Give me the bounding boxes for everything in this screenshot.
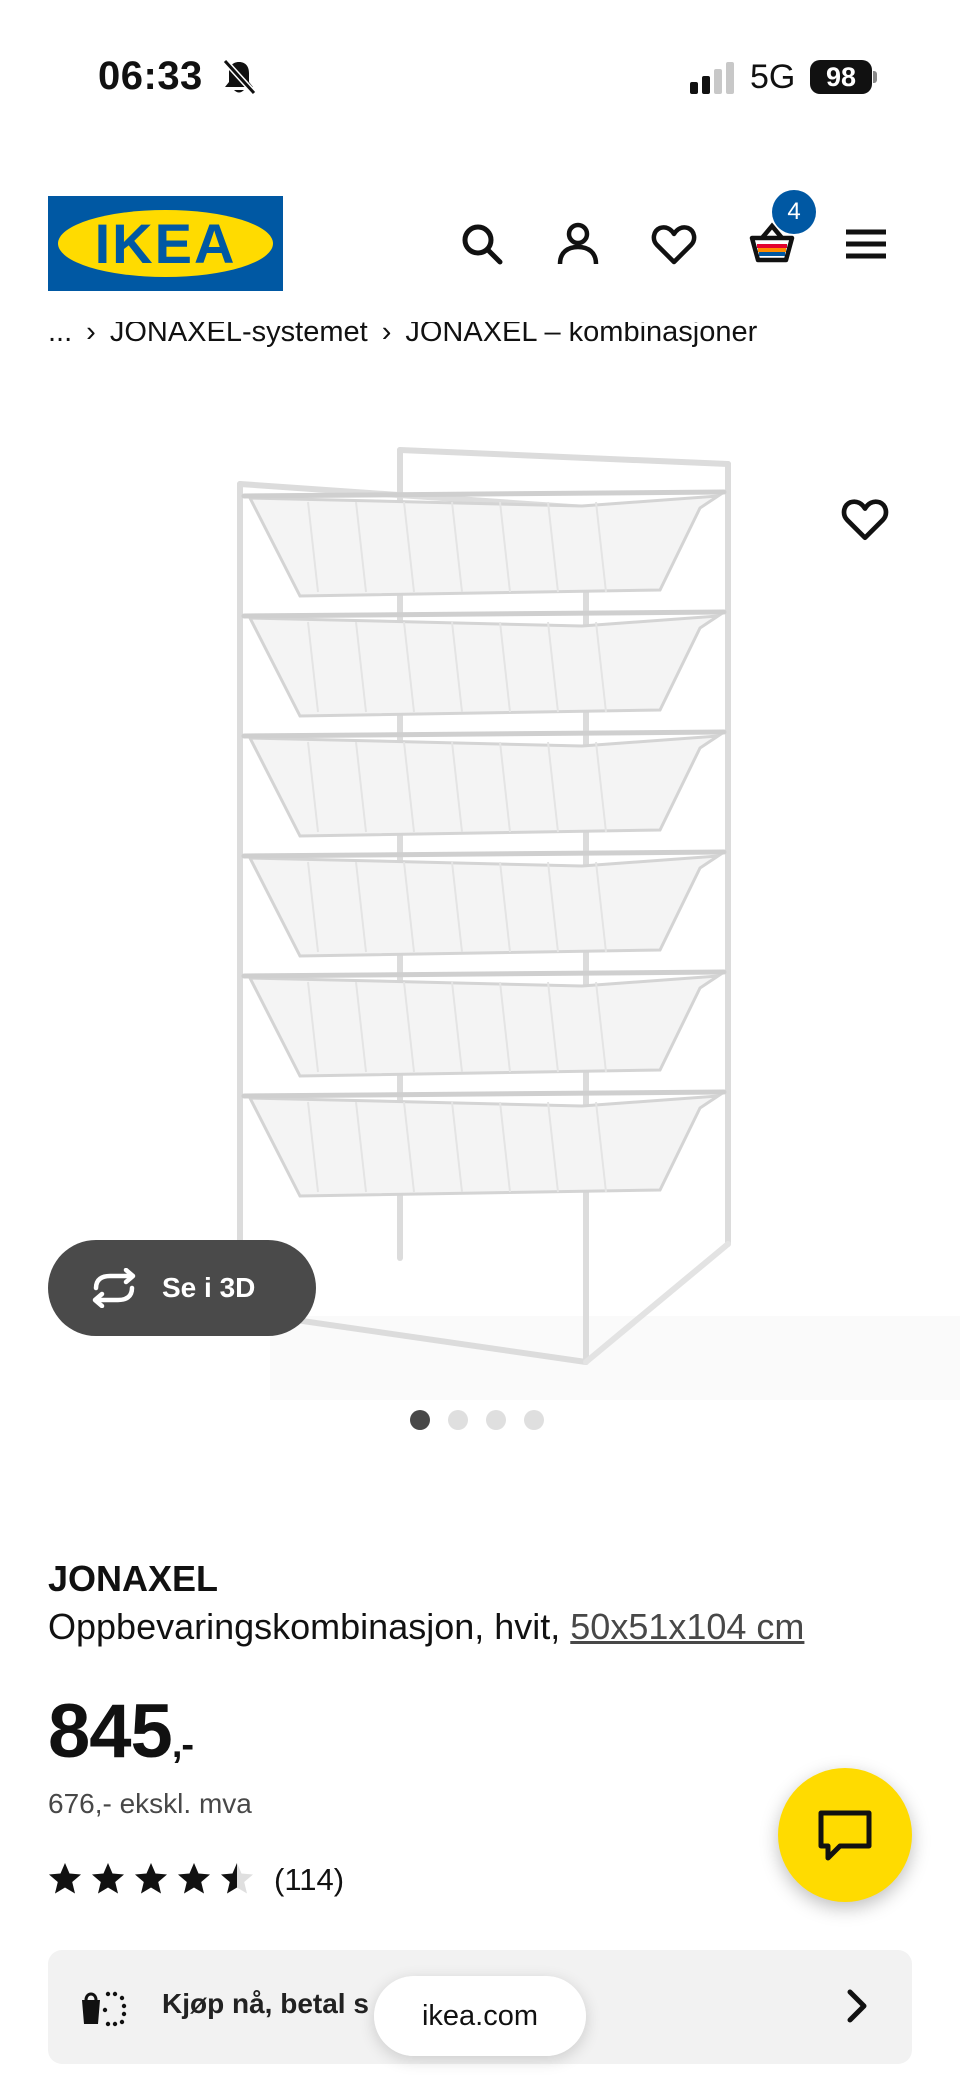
browser-url-bar[interactable]: ikea.com <box>374 1976 586 2056</box>
product-name: JONAXEL <box>48 1558 219 1599</box>
price-integer: 845 <box>48 1689 173 1774</box>
wire-baskets <box>241 489 727 1198</box>
star-icon <box>49 1863 81 1894</box>
site-header: IKEA 4 <box>0 190 960 300</box>
basket <box>247 494 724 598</box>
account-icon[interactable] <box>554 220 602 268</box>
status-bar: 06:33 5G 98 <box>0 0 960 150</box>
star-icon <box>178 1863 210 1894</box>
product-size-link[interactable]: 50x51x104 cm <box>570 1606 804 1647</box>
breadcrumb-item-ellipsis[interactable]: ... <box>48 322 72 348</box>
heart-icon[interactable] <box>650 220 698 268</box>
basket <box>247 854 724 958</box>
basket <box>247 974 724 1078</box>
menu-icon[interactable] <box>842 220 890 268</box>
price-suffix: ,- <box>171 1724 194 1766</box>
breadcrumb-item-system[interactable]: JONAXEL-systemet <box>110 322 368 348</box>
pay-later-label: Kjøp nå, betal s <box>162 1988 369 2019</box>
bag-icon <box>82 1991 127 2027</box>
view-in-3d-label: Se i 3D <box>162 1272 256 1303</box>
basket <box>247 614 724 718</box>
breadcrumb-item-combinations[interactable]: JONAXEL – kombinasjoner <box>405 322 757 348</box>
bell-off-icon <box>222 58 257 96</box>
pagination-dot[interactable] <box>448 1410 468 1430</box>
chevron-right-icon <box>847 1989 867 2023</box>
rotate-3d-icon <box>92 1268 136 1308</box>
battery-indicator: 98 <box>810 60 872 94</box>
review-count: (114) <box>274 1862 345 1897</box>
product-description: Oppbevaringskombinasjon, hvit, 50x51x104… <box>48 1606 804 1648</box>
view-in-3d-button[interactable]: Se i 3D <box>48 1240 316 1336</box>
pagination-dot[interactable] <box>486 1410 506 1430</box>
add-to-favourites-icon[interactable] <box>840 494 890 544</box>
chat-button[interactable] <box>778 1768 912 1902</box>
gallery-pagination <box>410 1410 550 1434</box>
chevron-right-icon: › <box>381 322 392 348</box>
star-icon <box>135 1863 167 1894</box>
ikea-logo[interactable]: IKEA <box>48 196 283 291</box>
product-type: Oppbevaringskombinasjon, hvit, <box>48 1606 571 1647</box>
chevron-right-icon: › <box>86 322 96 348</box>
search-icon[interactable] <box>458 220 506 268</box>
cart-count-badge: 4 <box>772 190 816 234</box>
network-type: 5G <box>750 58 796 96</box>
product-rating[interactable]: (114) <box>48 1862 448 1902</box>
breadcrumb: ... › JONAXEL-systemet › JONAXEL – kombinasj… <box>48 322 948 362</box>
product-price: 845,- <box>48 1688 194 1775</box>
chat-bubble-icon <box>818 1810 872 1861</box>
pagination-dot[interactable] <box>410 1410 430 1430</box>
battery-nub <box>873 71 877 83</box>
basket <box>247 1094 724 1198</box>
pagination-dot[interactable] <box>524 1410 544 1430</box>
basket <box>247 734 724 838</box>
status-time: 06:33 <box>98 54 203 98</box>
star-icon <box>221 1863 253 1894</box>
star-icon <box>92 1863 124 1894</box>
price-ex-vat: 676,- ekskl. mva <box>48 1788 252 1819</box>
logo-text: IKEA <box>94 212 237 275</box>
signal-icon <box>690 62 734 94</box>
